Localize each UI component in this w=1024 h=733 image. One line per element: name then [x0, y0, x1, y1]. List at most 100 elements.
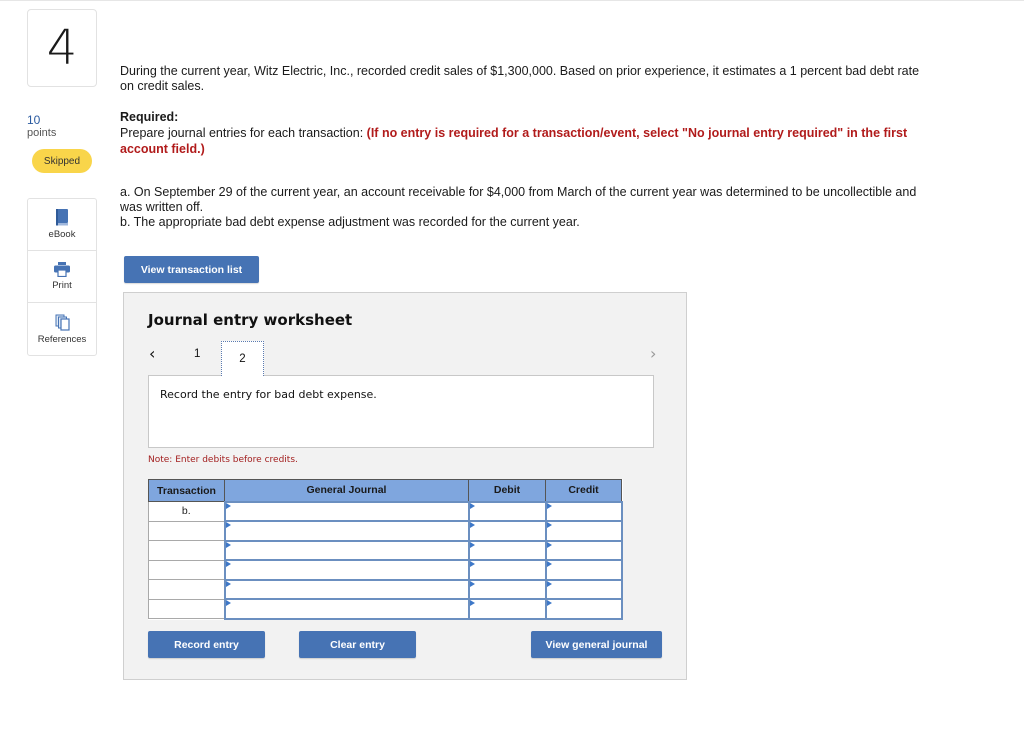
tools-panel: eBook Print References [27, 198, 97, 356]
account-dropdown-cell [223, 578, 470, 600]
cell-indicator-icon [469, 541, 475, 548]
points-value: 10 [27, 113, 41, 127]
cell-indicator-icon [469, 522, 475, 528]
cell-indicator-icon [546, 561, 552, 567]
account-dropdown[interactable] [225, 502, 468, 520]
transaction-cell [148, 579, 225, 600]
transaction-cell [148, 520, 225, 541]
debit-input[interactable] [469, 600, 545, 618]
chevron-left-icon[interactable]: ‹ [149, 344, 155, 363]
account-dropdown-cell [223, 539, 470, 561]
credit-input[interactable] [546, 561, 621, 579]
cell-indicator-icon [469, 580, 475, 587]
cell-indicator-icon [546, 600, 552, 606]
transactions: a. On September 29 of the current year, … [120, 185, 920, 230]
cell-indicator-icon [546, 580, 552, 587]
required-body: Prepare journal entries for each transac… [120, 125, 920, 157]
debit-input-cell [467, 578, 547, 600]
worksheet-title: Journal entry worksheet [148, 311, 353, 329]
table-row: b. [148, 500, 623, 522]
transaction-cell [148, 540, 225, 561]
clear-entry-button[interactable]: Clear entry [299, 631, 416, 658]
header-credit: Credit [545, 479, 622, 502]
cell-indicator-icon [225, 580, 231, 587]
chevron-right-icon[interactable]: › [650, 344, 656, 363]
table-row [148, 520, 623, 542]
transaction-cell: b. [148, 501, 225, 522]
credit-input-cell [544, 578, 623, 600]
printer-icon [54, 262, 70, 277]
transaction-cell [148, 559, 225, 580]
credit-input-cell [544, 559, 623, 581]
debit-input-cell [467, 598, 547, 620]
cell-indicator-icon [225, 502, 231, 509]
debit-input[interactable] [469, 580, 545, 598]
account-dropdown[interactable] [225, 541, 468, 559]
table-row [148, 539, 623, 561]
account-dropdown[interactable] [225, 561, 468, 579]
credit-input[interactable] [546, 522, 621, 540]
question-number: 4 [27, 9, 97, 87]
cell-indicator-icon [469, 502, 475, 509]
transaction-b: b. The appropriate bad debt expense adju… [120, 215, 580, 229]
cell-indicator-icon [225, 600, 231, 606]
account-dropdown-cell [223, 500, 470, 522]
debit-input-cell [467, 500, 547, 522]
debit-input[interactable] [469, 522, 545, 540]
credit-input-cell [544, 598, 623, 620]
required-heading: Required: [120, 110, 179, 124]
account-dropdown[interactable] [225, 522, 468, 540]
debit-input[interactable] [469, 541, 545, 559]
ebook-button[interactable]: eBook [28, 199, 96, 251]
header-transaction: Transaction [148, 479, 225, 502]
cell-indicator-icon [469, 561, 475, 567]
debit-input[interactable] [469, 561, 545, 579]
account-dropdown[interactable] [225, 580, 468, 598]
tab-page-1[interactable]: 1 [194, 348, 200, 360]
print-label: Print [52, 280, 72, 291]
debit-input-cell [467, 539, 547, 561]
intro-text: During the current year, Witz Electric, … [120, 64, 920, 93]
cell-indicator-icon [225, 561, 231, 567]
print-button[interactable]: Print [28, 251, 96, 303]
transaction-cell [148, 598, 225, 619]
account-dropdown-cell [223, 559, 470, 581]
table-row [148, 559, 623, 581]
credit-input[interactable] [546, 580, 621, 598]
view-transaction-list-button[interactable]: View transaction list [124, 256, 259, 283]
cell-indicator-icon [225, 541, 231, 548]
credit-input-cell [544, 520, 623, 542]
view-general-journal-button[interactable]: View general journal [531, 631, 662, 658]
journal-entry-worksheet: Journal entry worksheet ‹ 1 2 › Record t… [123, 292, 687, 680]
top-divider [0, 0, 1024, 1]
table-row [148, 578, 623, 600]
table-row [148, 598, 623, 620]
debit-input-cell [467, 559, 547, 581]
account-dropdown[interactable] [225, 600, 468, 618]
header-debit: Debit [468, 479, 546, 502]
transaction-a: a. On September 29 of the current year, … [120, 185, 917, 214]
credit-input[interactable] [546, 502, 621, 520]
debit-input[interactable] [469, 502, 545, 520]
credit-input[interactable] [546, 541, 621, 559]
cell-indicator-icon [546, 541, 552, 548]
account-dropdown-cell [223, 598, 470, 620]
references-button[interactable]: References [28, 303, 96, 355]
debit-input-cell [467, 520, 547, 542]
record-entry-button[interactable]: Record entry [148, 631, 265, 658]
cell-indicator-icon [469, 600, 475, 606]
required-text: Prepare journal entries for each transac… [120, 126, 367, 140]
account-dropdown-cell [223, 520, 470, 542]
points-label: points [27, 127, 57, 139]
cell-indicator-icon [546, 502, 552, 509]
documents-icon [55, 314, 70, 331]
credit-input-cell [544, 539, 623, 561]
cell-indicator-icon [546, 522, 552, 528]
book-icon [56, 209, 68, 226]
ebook-label: eBook [48, 229, 76, 240]
tab-page-2[interactable]: 2 [221, 341, 264, 376]
header-general-journal: General Journal [224, 479, 469, 502]
references-label: References [37, 333, 87, 345]
credit-input[interactable] [546, 600, 621, 618]
credit-input-cell [544, 500, 623, 522]
